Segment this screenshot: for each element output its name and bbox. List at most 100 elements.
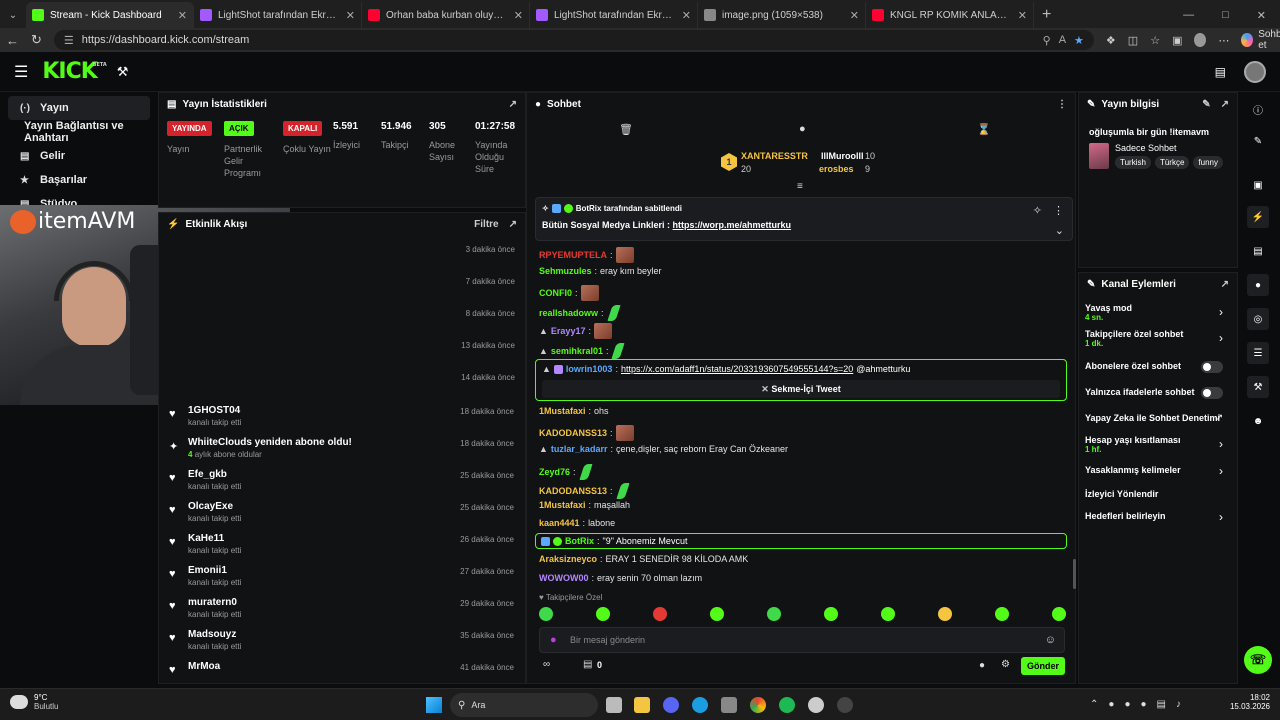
quick-emote-icon[interactable] bbox=[767, 607, 781, 621]
tweet-link[interactable]: https://x.com/adaff1n/status/20331936075… bbox=[621, 364, 853, 374]
popout-icon[interactable]: ↗ bbox=[1221, 279, 1229, 290]
edge-icon[interactable] bbox=[692, 697, 708, 713]
channel-action[interactable]: Yasaklanmış kelimeler › bbox=[1085, 464, 1233, 478]
user-avatar[interactable] bbox=[1244, 60, 1266, 83]
tab-list-menu-icon[interactable]: ⌄ bbox=[0, 2, 26, 28]
quick-emote-icon[interactable] bbox=[539, 607, 553, 621]
channel-action[interactable]: Yavaş mod 4 sn. › bbox=[1085, 303, 1233, 322]
quick-emote-icon[interactable] bbox=[1052, 607, 1066, 621]
category-name[interactable]: Sadece Sohbet bbox=[1115, 143, 1177, 153]
send-button[interactable]: Gönder bbox=[1021, 657, 1065, 675]
clock[interactable]: 18:02 15.03.2026 bbox=[1222, 693, 1270, 711]
zoom-icon[interactable]: ⚲ bbox=[1043, 34, 1051, 47]
url-field[interactable]: ☰ https://dashboard.kick.com/stream ⚲ A … bbox=[53, 30, 1094, 50]
browser-tab[interactable]: Orhan baba kurban oluyum dişler ✕ bbox=[362, 2, 530, 28]
activity-event[interactable]: ♥ OlcayExe kanalı takip etti 25 dakika önce bbox=[169, 501, 514, 531]
lightning-icon[interactable]: ⚡ bbox=[1247, 206, 1269, 228]
scrollbar[interactable] bbox=[1073, 559, 1076, 589]
activity-event[interactable]: ♥ Efe_gkb kanalı takip etti 25 dakika önce bbox=[169, 469, 514, 499]
browser-tab[interactable]: image.png (1059×538) ✕ bbox=[698, 2, 866, 28]
live-preview-icon[interactable]: ▤ bbox=[1215, 65, 1226, 79]
activity-event[interactable]: ♥ Emonii1 kanalı takip etti 27 dakika önce bbox=[169, 565, 514, 595]
gift-icon[interactable]: ▤ bbox=[583, 659, 592, 670]
tray-chevron-icon[interactable]: ⌃ bbox=[1090, 699, 1098, 710]
sidebar-item[interactable]: Yayın Bağlantısı ve Anahtarı bbox=[8, 120, 150, 144]
popout-icon[interactable]: ↗ bbox=[1221, 99, 1229, 110]
bot-user[interactable]: BotRix bbox=[565, 536, 594, 546]
close-window-icon[interactable]: ✕ bbox=[1257, 9, 1266, 22]
tab-close-icon[interactable]: ✕ bbox=[1018, 9, 1027, 22]
quick-emote-icon[interactable] bbox=[596, 607, 610, 621]
extensions-icon[interactable]: ❖ bbox=[1106, 34, 1116, 47]
chat-username[interactable]: CONFI0 bbox=[539, 288, 572, 298]
settings-app-icon[interactable] bbox=[808, 697, 824, 713]
capture-icon[interactable]: ▣ bbox=[1247, 174, 1269, 196]
channel-action[interactable]: İzleyici Yönlendir bbox=[1085, 489, 1233, 499]
info-circle-icon[interactable]: ⓘ bbox=[1247, 98, 1269, 120]
dance-emote-icon[interactable] bbox=[616, 482, 630, 500]
favorite-star-icon[interactable]: ★ bbox=[1074, 34, 1084, 47]
quick-emote-icon[interactable] bbox=[710, 607, 724, 621]
chat-settings-bubble-icon[interactable]: ● bbox=[979, 660, 985, 671]
face-emote-icon[interactable] bbox=[615, 425, 634, 441]
browser-tab[interactable]: KNGL RP KOMİK ANLAR #6 (GÜNÜ ✕ bbox=[866, 2, 1034, 28]
more-menu-icon[interactable]: ⋯ bbox=[1218, 34, 1229, 47]
toggle-switch[interactable] bbox=[1201, 387, 1223, 399]
reload-icon[interactable]: ↻ bbox=[31, 32, 42, 48]
chat-username[interactable]: Erayy17 bbox=[551, 326, 586, 336]
chat-username[interactable]: semihkral01 bbox=[551, 346, 603, 356]
channel-action[interactable]: Yapay Zeka ile Sohbet Denetimi ↗ bbox=[1085, 412, 1233, 423]
hamburger-menu-icon[interactable]: ☰ bbox=[14, 62, 28, 82]
channel-action[interactable]: Hedefleri belirleyin › bbox=[1085, 510, 1233, 524]
quick-emote-icon[interactable] bbox=[881, 607, 895, 621]
activity-event[interactable]: ♥ 1GHOST04 kanalı takip etti 18 dakika önce bbox=[169, 405, 514, 435]
steam-icon[interactable]: ● bbox=[1108, 699, 1114, 710]
collections-icon[interactable]: ▣ bbox=[1172, 34, 1182, 47]
chat-input-box[interactable]: ● Bir mesaj gönderin ☺ bbox=[539, 627, 1065, 653]
chat-username[interactable]: Zeyd76 bbox=[539, 467, 570, 477]
chat-rail-icon[interactable]: ● bbox=[1247, 274, 1269, 296]
browser-tab[interactable]: LightShot tarafından Ekran Görünü ✕ bbox=[530, 2, 698, 28]
tab-close-icon[interactable]: ✕ bbox=[346, 9, 355, 22]
activity-event[interactable]: ♥ KaHe11 kanalı takip etti 26 dakika önce bbox=[169, 533, 514, 563]
dance-emote-icon[interactable] bbox=[579, 463, 593, 481]
stream-tag[interactable]: Türkçe bbox=[1154, 156, 1190, 169]
spotify-icon[interactable] bbox=[779, 697, 795, 713]
site-info-icon[interactable]: ☰ bbox=[64, 34, 74, 47]
channel-points-icon[interactable]: ∞ bbox=[543, 659, 550, 670]
quick-emote-icon[interactable] bbox=[938, 607, 952, 621]
clipboard-icon[interactable]: ▤ bbox=[1247, 240, 1269, 262]
edit-icon[interactable]: ✎ bbox=[1202, 99, 1210, 110]
chrome-icon[interactable] bbox=[750, 697, 766, 713]
chat-settings-gear-icon[interactable]: ⚙ bbox=[1001, 659, 1010, 670]
chat-username[interactable]: Sehmuzules bbox=[539, 266, 592, 276]
chat-username[interactable]: KADODANSS13 bbox=[539, 428, 607, 438]
favorites-icon[interactable]: ☆ bbox=[1150, 34, 1160, 47]
app-icon[interactable] bbox=[721, 697, 737, 713]
chat-username[interactable]: WOWOW00 bbox=[539, 573, 589, 583]
activity-event[interactable]: ♥ MrMoa 41 dakika önce bbox=[169, 661, 514, 691]
chat-username[interactable]: 1Mustafaxi bbox=[539, 406, 586, 416]
channel-action[interactable]: Yalnızca ifadelerle sohbet bbox=[1085, 387, 1233, 399]
hammer-icon[interactable]: ⚒ bbox=[117, 64, 129, 80]
chat-username[interactable]: KADODANSS13 bbox=[539, 486, 607, 496]
quick-emote-icon[interactable] bbox=[653, 607, 667, 621]
mic-tray-icon[interactable]: ● bbox=[1140, 699, 1146, 710]
arrow-app-icon[interactable] bbox=[837, 697, 853, 713]
chat-username[interactable]: reallshadoww bbox=[539, 308, 598, 318]
maximize-icon[interactable]: □ bbox=[1222, 9, 1229, 21]
face-emote-icon[interactable] bbox=[580, 285, 599, 301]
channel-action[interactable]: Abonelere özel sohbet bbox=[1085, 361, 1233, 373]
wrench-icon[interactable]: ⚒ bbox=[1247, 376, 1269, 398]
copilot-button[interactable]: Sohbet et bbox=[1241, 29, 1280, 51]
chat-username[interactable]: kaan4441 bbox=[539, 518, 580, 528]
tweet-embed-button[interactable]: ✕ Sekme-İçi Tweet bbox=[542, 380, 1060, 398]
help-button[interactable]: ☏ bbox=[1244, 646, 1272, 674]
popout-icon[interactable]: ↗ bbox=[509, 219, 517, 230]
tab-close-icon[interactable]: ✕ bbox=[514, 9, 523, 22]
profile-avatar[interactable] bbox=[1194, 33, 1207, 47]
emoji-icon[interactable]: ☺ bbox=[1045, 634, 1056, 646]
chat-username[interactable]: tuzlar_kadarr bbox=[551, 444, 608, 454]
filter-button[interactable]: Filtre bbox=[474, 219, 498, 230]
tweet-mention[interactable]: @ahmetturku bbox=[856, 364, 910, 374]
